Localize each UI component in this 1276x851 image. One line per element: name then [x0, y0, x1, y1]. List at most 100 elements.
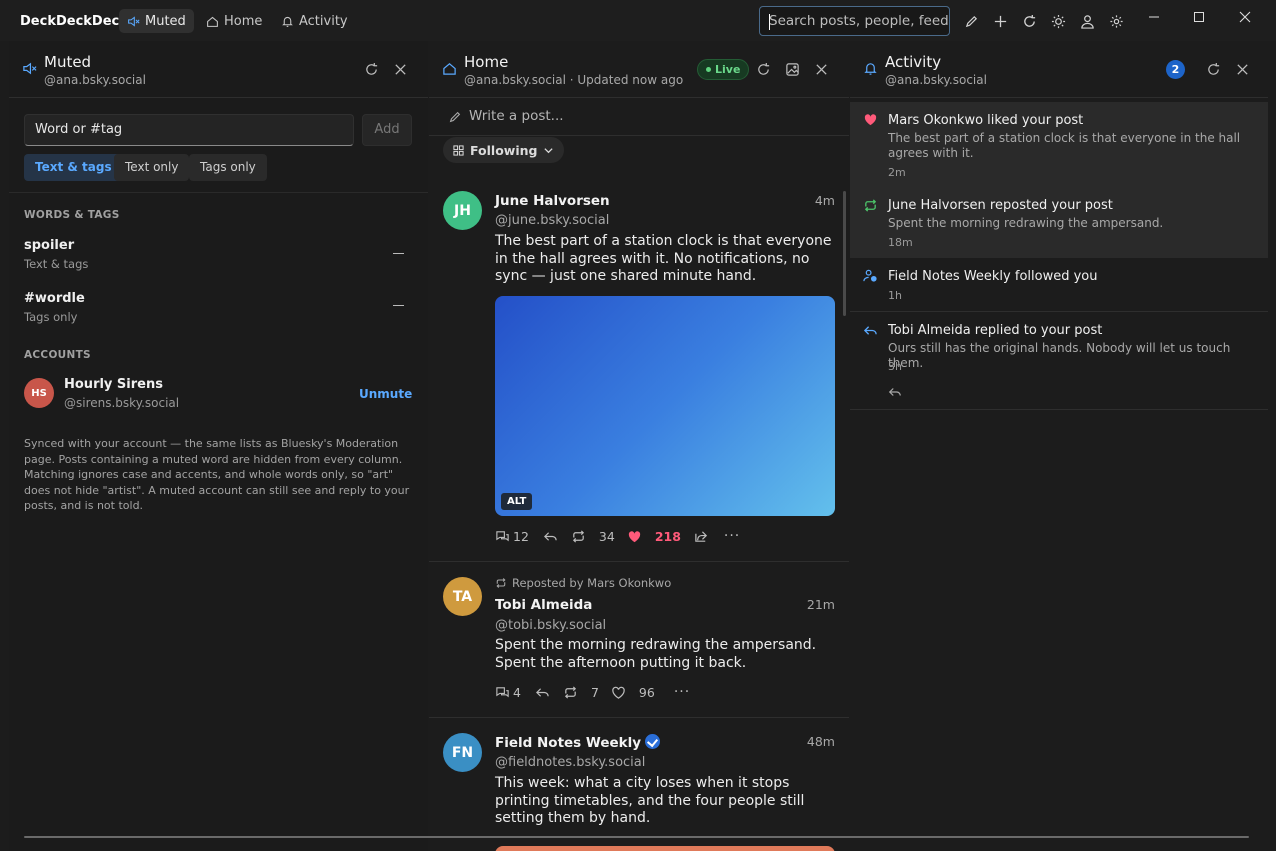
reply-icon[interactable]	[888, 385, 902, 399]
alt-text-badge[interactable]: ALT	[501, 493, 533, 510]
post-image[interactable]: ALT	[495, 296, 835, 516]
post-image[interactable]	[495, 846, 835, 851]
search-placeholder: Search posts, people, feeds	[769, 13, 950, 29]
compose-box[interactable]: Write a post...	[429, 98, 849, 136]
notification-item[interactable]: Tobi Almeida replied to your post Ours s…	[850, 312, 1268, 410]
refresh-column-button[interactable]	[754, 60, 772, 78]
horizontal-scrollbar[interactable]	[24, 836, 1249, 838]
add-column-button[interactable]	[991, 12, 1009, 30]
notification-title: June Halvorsen reposted your post	[888, 198, 1113, 213]
close-column-button[interactable]	[391, 60, 409, 78]
repost-icon[interactable]	[571, 529, 586, 544]
maximize-icon	[1194, 12, 1204, 22]
more-options-button[interactable]: ···	[674, 684, 690, 700]
remove-muted-word-button[interactable]	[393, 305, 404, 306]
mode-text-only[interactable]: Text only	[114, 154, 190, 181]
home-scrollbar[interactable]	[843, 191, 846, 316]
muted-word: spoiler	[24, 238, 75, 253]
tab-home[interactable]: Home	[198, 9, 270, 33]
account-button[interactable]	[1078, 12, 1096, 30]
activity-column: Activity @ana.bsky.social 2 Mars Okonkwo…	[850, 41, 1268, 851]
repost-icon	[496, 578, 506, 588]
more-options-button[interactable]: ···	[724, 528, 740, 544]
tab-activity-label: Activity	[299, 13, 348, 29]
live-label: Live	[715, 63, 741, 76]
post-actions: 12 34 218 ···	[495, 527, 740, 545]
maximize-button[interactable]	[1187, 8, 1211, 26]
muted-column-header: Muted @ana.bsky.social	[9, 41, 428, 98]
remove-muted-word-button[interactable]	[393, 253, 404, 254]
unmute-button[interactable]: Unmute	[359, 387, 412, 401]
reply-count: 12	[513, 528, 529, 544]
sun-icon	[1051, 14, 1065, 28]
notification-title: Tobi Almeida replied to your post	[888, 323, 1103, 338]
notification-item[interactable]: June Halvorsen reposted your post Spent …	[850, 186, 1268, 258]
post-author-name[interactable]: Field Notes Weekly	[495, 734, 661, 751]
tab-activity[interactable]: Activity	[273, 9, 356, 33]
repost-icon[interactable]	[563, 685, 578, 700]
mute-word-placeholder: Word or #tag	[35, 122, 123, 137]
pencil-icon	[965, 15, 977, 27]
follow-icon	[863, 269, 877, 282]
like-count: 218	[654, 528, 681, 544]
replies-icon[interactable]	[495, 529, 510, 544]
refresh-icon	[1207, 62, 1219, 75]
mute-word-input[interactable]: Word or #tag	[24, 114, 354, 146]
feed-selector[interactable]: Following	[443, 137, 565, 163]
close-column-button[interactable]	[812, 60, 830, 78]
muted-word-scope: Text & tags	[24, 257, 89, 271]
add-mute-button[interactable]: Add	[362, 114, 412, 146]
gear-icon	[1109, 14, 1123, 28]
close-column-button[interactable]	[1233, 60, 1251, 78]
column-title: Home	[464, 53, 509, 71]
like-count: 96	[638, 684, 655, 700]
minimize-button[interactable]	[1142, 8, 1166, 26]
close-icon	[1236, 63, 1248, 75]
media-filter-button[interactable]	[783, 60, 801, 78]
compose-button[interactable]	[962, 12, 980, 30]
notification-item[interactable]: Field Notes Weekly followed you 1h	[850, 258, 1268, 312]
column-subtitle: @ana.bsky.social · Updated now ago	[464, 73, 684, 87]
reply-icon[interactable]	[543, 529, 558, 544]
notification-item[interactable]: Mars Okonkwo liked your post The best pa…	[850, 102, 1268, 186]
avatar: JH	[443, 191, 482, 230]
replies-icon[interactable]	[495, 685, 510, 700]
minimize-icon	[1149, 16, 1159, 18]
heart-filled-icon[interactable]	[627, 529, 642, 544]
heart-icon[interactable]	[611, 685, 626, 700]
post[interactable]: JH June Halvorsen @june.bsky.social 4m T…	[429, 173, 849, 562]
post-time: 21m	[806, 597, 835, 612]
words-section-heading: WORDS & TAGS	[24, 209, 120, 221]
settings-button[interactable]	[1107, 12, 1125, 30]
mute-info-note: Synced with your account — the same list…	[24, 437, 410, 512]
refresh-all-button[interactable]	[1020, 12, 1038, 30]
repost-count: 7	[590, 684, 599, 700]
post-time: 4m	[814, 193, 835, 208]
notification-time: 3h	[888, 360, 902, 373]
mode-text-and-tags[interactable]: Text & tags	[24, 154, 123, 181]
home-column-header: Home @ana.bsky.social · Updated now ago …	[429, 41, 849, 98]
post-author-name[interactable]: June Halvorsen	[495, 193, 610, 209]
refresh-icon	[365, 62, 377, 75]
tab-muted[interactable]: Muted	[119, 9, 194, 33]
search-input[interactable]: Search posts, people, feeds	[759, 6, 950, 36]
refresh-icon	[757, 62, 769, 75]
speaker-muted-icon	[128, 15, 140, 27]
reply-count: 4	[513, 684, 521, 700]
refresh-column-button[interactable]	[1204, 60, 1222, 78]
mode-tags-only[interactable]: Tags only	[189, 154, 267, 181]
activity-column-header: Activity @ana.bsky.social 2	[850, 41, 1268, 98]
post[interactable]: Reposted by Mars Okonkwo TA Tobi Almeida…	[429, 562, 849, 718]
reply-icon[interactable]	[535, 685, 550, 700]
share-icon[interactable]	[694, 529, 709, 544]
close-window-button[interactable]	[1233, 8, 1257, 26]
post[interactable]: FN Field Notes Weekly @fieldnotes.bsky.s…	[429, 718, 849, 851]
person-icon	[1080, 14, 1094, 29]
notification-text: Spent the morning redrawing the ampersan…	[888, 216, 1164, 230]
pencil-icon	[449, 111, 461, 123]
refresh-column-button[interactable]	[362, 60, 380, 78]
repost-icon	[864, 199, 877, 212]
heart-filled-icon	[864, 114, 877, 126]
post-author-name[interactable]: Tobi Almeida	[495, 597, 592, 613]
theme-toggle-button[interactable]	[1049, 12, 1067, 30]
